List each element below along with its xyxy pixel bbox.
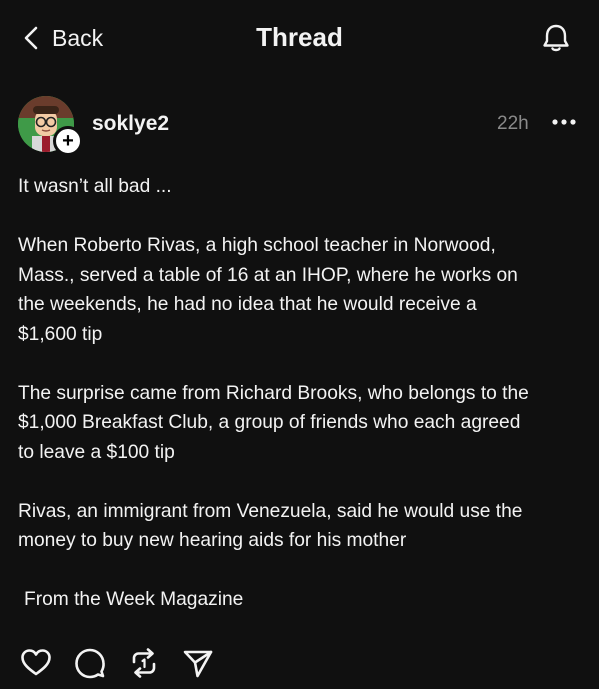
like-button[interactable]	[18, 645, 54, 681]
post-line: It wasn’t all bad ...	[18, 176, 172, 197]
post-body: It wasn’t all bad ... When Roberto Rivas…	[18, 172, 588, 615]
page-title: Thread	[256, 22, 343, 52]
heart-icon	[21, 649, 51, 676]
post-source-line: From the Week Magazine	[24, 589, 244, 610]
share-button[interactable]	[180, 645, 216, 681]
reply-button[interactable]	[72, 645, 108, 681]
post-line: $1,000 Breakfast Club, a group of friend…	[18, 412, 521, 433]
comment-icon	[75, 648, 105, 679]
post-line: $1,600 tip	[18, 323, 103, 345]
plus-icon: +	[62, 129, 74, 152]
post-line: money to buy new hearing aids for his mo…	[18, 530, 407, 551]
post-line: Rivas, an immigrant from Venezuela, said…	[18, 500, 523, 522]
repost-icon	[132, 648, 156, 678]
author-avatar-container: +	[18, 96, 83, 158]
repost-button[interactable]	[126, 645, 162, 681]
more-horizontal-icon	[552, 119, 576, 125]
send-icon	[183, 650, 213, 678]
more-options-button[interactable]	[551, 111, 577, 133]
post-line: Mass., served a table of 16 at an IHOP, …	[18, 264, 518, 286]
top-bar: Back Thread	[0, 0, 599, 76]
follow-button[interactable]: +	[53, 126, 83, 156]
post-line: When Roberto Rivas, a high school teache…	[18, 235, 496, 256]
post-line: to leave a $100 tip	[18, 441, 175, 463]
post-timestamp: 22h	[497, 113, 529, 134]
post-line: the weekends, he had no idea that he wou…	[18, 294, 477, 315]
username[interactable]: soklye2	[92, 112, 169, 136]
post-line: The surprise came from Richard Brooks, w…	[18, 382, 529, 404]
post-actions	[18, 645, 234, 681]
notifications-button[interactable]	[538, 20, 574, 56]
bell-icon	[543, 24, 569, 52]
